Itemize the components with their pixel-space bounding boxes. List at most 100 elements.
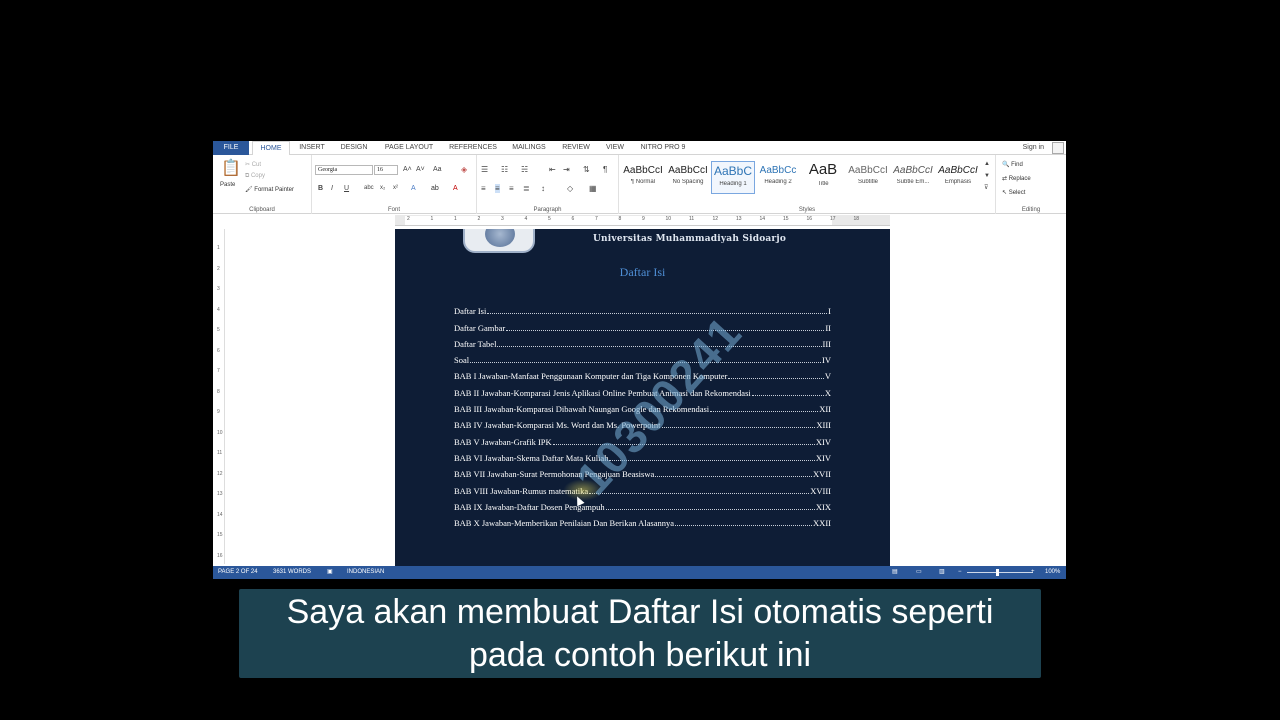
style-name: Heading 2 bbox=[764, 179, 792, 185]
toc-entry[interactable]: BAB IX Jawaban-Daftar Dosen Pengampuh XIX bbox=[454, 496, 831, 512]
toc-entry[interactable]: Daftar Tabel III bbox=[454, 333, 831, 349]
decrease-indent-icon[interactable]: ⇤ bbox=[549, 165, 556, 174]
line-spacing-icon[interactable]: ↕ bbox=[541, 184, 545, 193]
vruler-number: 11 bbox=[217, 450, 223, 456]
tab-page-layout[interactable]: PAGE LAYOUT bbox=[380, 141, 438, 155]
university-logo bbox=[463, 229, 535, 253]
style-title[interactable]: AaB Title bbox=[801, 161, 845, 194]
find-button[interactable]: 🔍 Find bbox=[1002, 161, 1023, 168]
format-painter-button[interactable]: 🖌 Format Painter bbox=[245, 186, 294, 193]
font-color-icon[interactable]: A bbox=[453, 184, 458, 193]
toc-page-number: V bbox=[824, 371, 831, 382]
bullets-icon[interactable]: ☰ bbox=[481, 165, 488, 174]
numbering-icon[interactable]: ☷ bbox=[501, 165, 508, 174]
copy-button[interactable]: ⧉ Copy bbox=[245, 173, 265, 180]
toc-entry[interactable]: BAB VIII Jawaban-Rumus matematika XVIII bbox=[454, 479, 831, 496]
tab-view[interactable]: VIEW bbox=[601, 141, 629, 155]
styles-scroll-down-icon[interactable]: ▼ bbox=[984, 172, 990, 181]
tab-insert[interactable]: INSERT bbox=[295, 141, 329, 155]
style-heading-2[interactable]: AaBbCc Heading 2 bbox=[756, 161, 800, 194]
print-layout-icon[interactable]: ▭ bbox=[916, 566, 922, 579]
change-case-icon[interactable]: Aa bbox=[433, 165, 442, 174]
show-formatting-icon[interactable]: ¶ bbox=[603, 165, 607, 174]
tab-mailings[interactable]: MAILINGS bbox=[507, 141, 551, 155]
toc-entry[interactable]: BAB VII Jawaban-Surat Permohonan Pengaju… bbox=[454, 463, 831, 479]
toc-leader-dots bbox=[728, 378, 824, 380]
ruler-number: 11 bbox=[689, 216, 695, 222]
replace-button[interactable]: ⇄ Replace bbox=[1002, 175, 1031, 182]
zoom-level[interactable]: 100% bbox=[1045, 566, 1060, 579]
superscript-icon[interactable]: x² bbox=[393, 184, 398, 193]
document-page[interactable]: Universitas Muhammadiyah Sidoarjo Daftar… bbox=[395, 229, 890, 566]
web-layout-icon[interactable]: ▥ bbox=[939, 566, 945, 579]
grow-font-icon[interactable]: A˄ bbox=[403, 165, 412, 174]
vruler-number: 8 bbox=[217, 388, 220, 395]
style-subtle-emphasis[interactable]: AaBbCcI Subtle Em... bbox=[891, 161, 935, 194]
paste-icon[interactable]: 📋 bbox=[221, 161, 241, 177]
align-left-icon[interactable]: ≡ bbox=[481, 184, 486, 193]
horizontal-ruler[interactable]: 2 1 1 2 3 4 5 6 7 8 9 10 11 12 13 14 15 16 17 18 bbox=[395, 215, 890, 226]
ribbon: 📋 Paste ✂ Cut ⧉ Copy 🖌 Format Painter Cl… bbox=[213, 155, 1066, 214]
borders-icon[interactable]: ▦ bbox=[589, 184, 597, 193]
toc-entry[interactable]: Soal IV bbox=[454, 349, 831, 365]
cut-button[interactable]: ✂ Cut bbox=[245, 161, 261, 168]
read-mode-icon[interactable]: ▤ bbox=[892, 566, 898, 579]
style-heading-1[interactable]: AaBbC Heading 1 bbox=[711, 161, 755, 194]
subscript-icon[interactable]: x₂ bbox=[380, 184, 385, 193]
style-subtitle[interactable]: AaBbCcI Subtitle bbox=[846, 161, 890, 194]
language-indicator[interactable]: INDONESIAN bbox=[347, 566, 384, 579]
strikethrough-icon[interactable]: abc bbox=[364, 184, 374, 193]
align-right-icon[interactable]: ≡ bbox=[509, 184, 514, 193]
style-normal[interactable]: AaBbCcI ¶ Normal bbox=[621, 161, 665, 194]
text-effects-icon[interactable]: A bbox=[411, 184, 416, 193]
vertical-ruler[interactable]: 1 2 3 4 5 6 7 8 9 10 11 12 13 14 15 16 bbox=[215, 229, 225, 564]
sort-icon[interactable]: ⇅ bbox=[583, 165, 590, 174]
styles-label: Styles bbox=[798, 207, 816, 213]
tab-design[interactable]: DESIGN bbox=[337, 141, 371, 155]
styles-scroll-up-icon[interactable]: ▲ bbox=[984, 160, 990, 169]
tab-references[interactable]: REFERENCES bbox=[446, 141, 500, 155]
style-no-spacing[interactable]: AaBbCcI No Spacing bbox=[666, 161, 710, 194]
underline-icon[interactable]: U bbox=[344, 184, 349, 193]
styles-more-icon[interactable]: ⊽ bbox=[984, 184, 988, 193]
logo-emblem bbox=[485, 229, 515, 247]
zoom-in-icon[interactable]: + bbox=[1031, 566, 1035, 579]
status-bar: PAGE 2 OF 24 3631 WORDS ▣ INDONESIAN ▤ ▭… bbox=[213, 566, 1066, 579]
paste-button[interactable]: Paste bbox=[220, 182, 235, 188]
select-button[interactable]: ↖ Select bbox=[1002, 189, 1025, 196]
toc-entry[interactable]: Daftar Isi I bbox=[454, 300, 831, 316]
page-count[interactable]: PAGE 2 OF 24 bbox=[218, 566, 258, 579]
toc-entry[interactable]: Daftar Gambar II bbox=[454, 316, 831, 333]
tab-file[interactable]: FILE bbox=[213, 141, 249, 155]
tab-home[interactable]: HOME bbox=[252, 141, 290, 156]
multilevel-list-icon[interactable]: ☵ bbox=[521, 165, 528, 174]
font-family-select[interactable]: Georgia bbox=[315, 165, 373, 175]
align-center-icon[interactable]: ≡ bbox=[495, 184, 500, 193]
editing-label: Editing bbox=[1021, 207, 1041, 213]
font-size-select[interactable]: 16 bbox=[374, 165, 398, 175]
highlight-icon[interactable]: ab bbox=[431, 184, 439, 193]
toc-entry[interactable]: BAB X Jawaban-Memberikan Penilaian Dan B… bbox=[454, 512, 831, 528]
sign-in-link[interactable]: Sign in bbox=[1023, 141, 1044, 155]
italic-icon[interactable]: I bbox=[331, 184, 333, 193]
clear-formatting-icon[interactable]: ◈ bbox=[461, 165, 467, 174]
toc-page-number: I bbox=[828, 306, 831, 317]
shrink-font-icon[interactable]: A˅ bbox=[416, 165, 425, 174]
zoom-slider-thumb[interactable] bbox=[996, 569, 999, 576]
toc-entry[interactable]: BAB I Jawaban-Manfaat Penggunaan Kompute… bbox=[454, 365, 831, 381]
proofing-icon[interactable]: ▣ bbox=[327, 566, 333, 579]
zoom-slider[interactable] bbox=[967, 572, 1033, 573]
increase-indent-icon[interactable]: ⇥ bbox=[563, 165, 570, 174]
tab-nitro-pro[interactable]: NITRO PRO 9 bbox=[637, 141, 689, 155]
bold-icon[interactable]: B bbox=[318, 184, 323, 193]
tab-review[interactable]: REVIEW bbox=[558, 141, 594, 155]
style-emphasis[interactable]: AaBbCcI Emphasis bbox=[936, 161, 980, 194]
justify-icon[interactable]: ≣ bbox=[523, 184, 530, 193]
vruler-number: 14 bbox=[217, 511, 223, 518]
word-count[interactable]: 3631 WORDS bbox=[273, 566, 311, 579]
style-sample: AaBbCcI bbox=[668, 165, 708, 176]
avatar[interactable] bbox=[1052, 142, 1064, 154]
shading-icon[interactable]: ◇ bbox=[567, 184, 573, 193]
zoom-out-icon[interactable]: − bbox=[958, 566, 962, 579]
binoculars-icon: 🔍 bbox=[1002, 162, 1012, 168]
